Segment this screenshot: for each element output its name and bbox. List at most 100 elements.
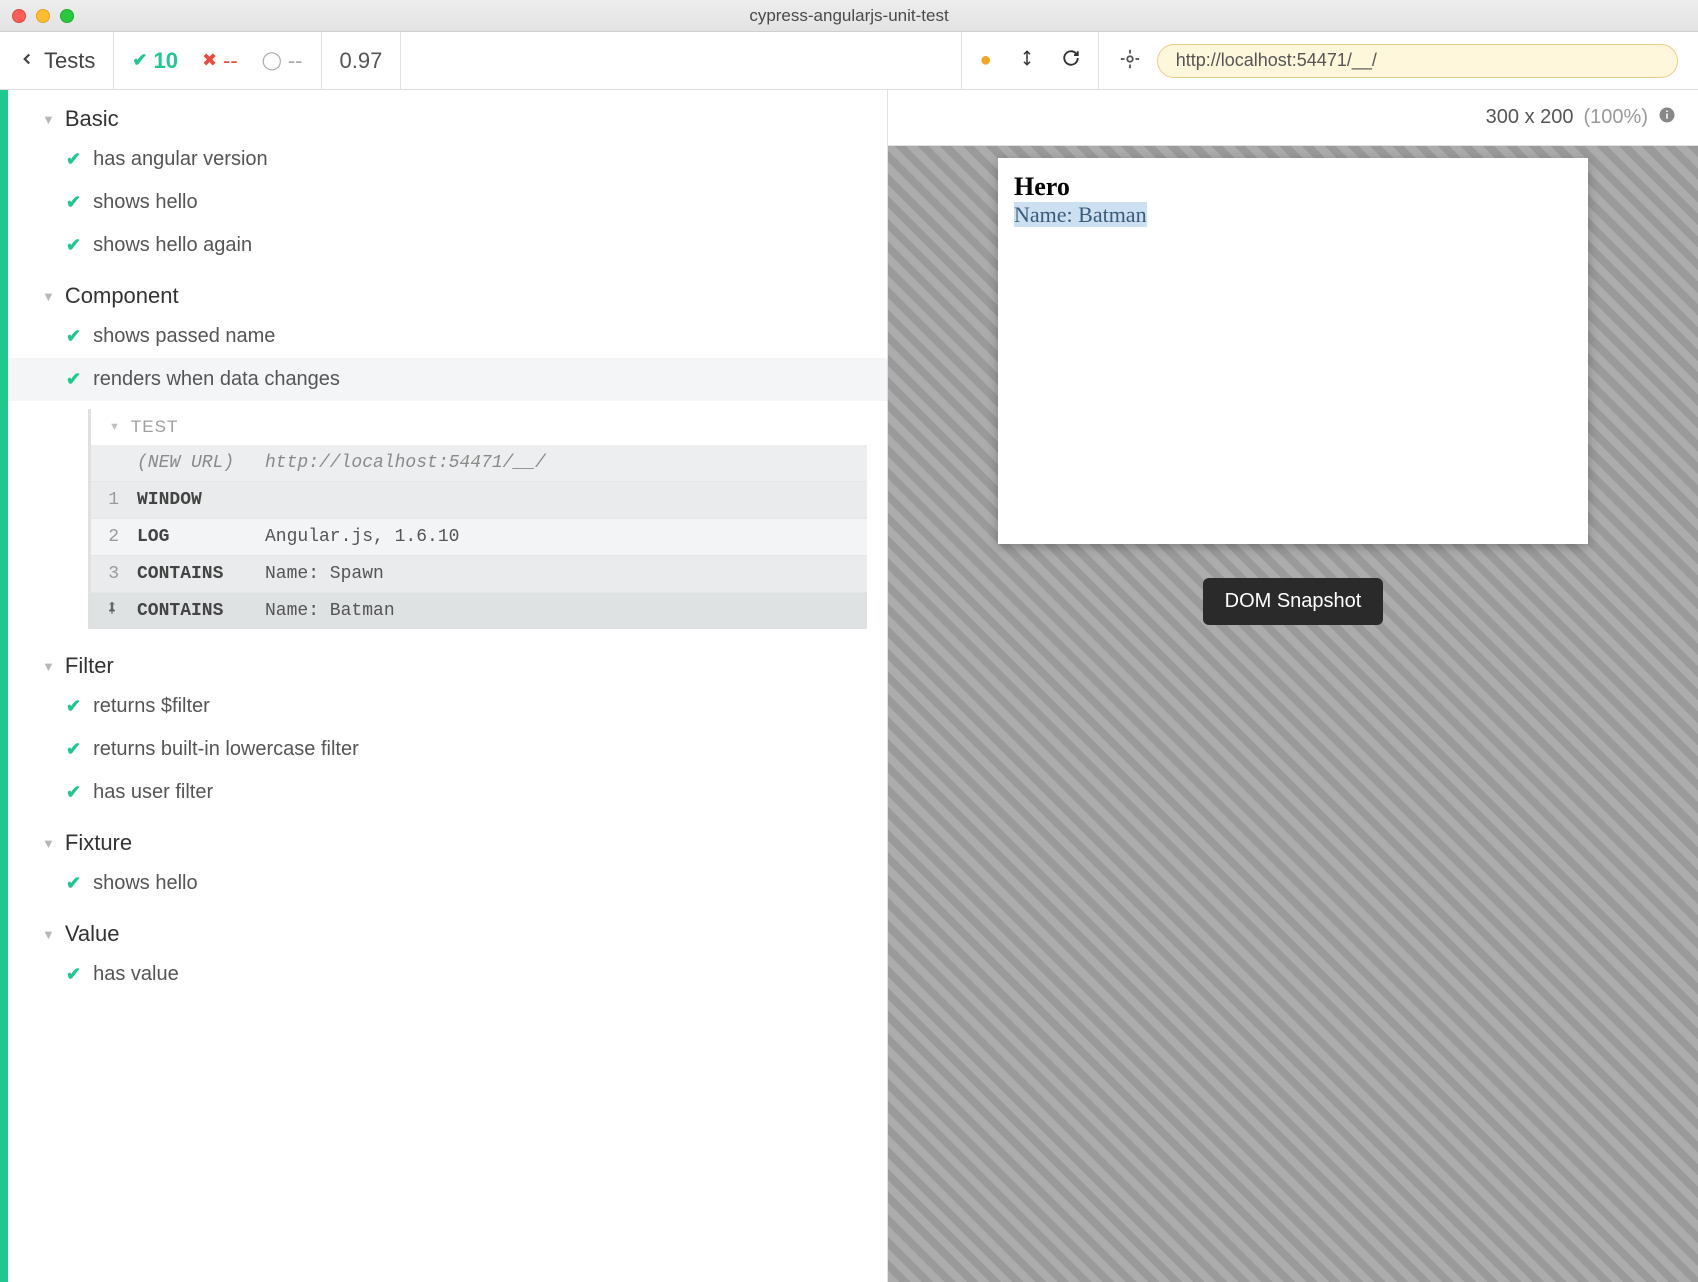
check-icon: ✔ [66, 873, 81, 894]
circle-icon: ◯ [262, 50, 282, 71]
command-message: Name: Batman [265, 601, 855, 621]
viewport-controls: ● [962, 32, 1099, 89]
suite-title[interactable]: ▼ Value [8, 905, 887, 953]
command-log-header-label: TEST [131, 417, 178, 437]
tests-list[interactable]: ▼ Basic ✔ has angular version ✔ shows hello ✔ s… [8, 90, 887, 1282]
reporter-panel: ▼ Basic ✔ has angular version ✔ shows hello ✔ s… [0, 90, 888, 1282]
caret-down-icon: ▼ [42, 836, 55, 851]
test-title: has angular version [93, 148, 268, 171]
duration: 0.97 [322, 32, 402, 89]
viewport-dimensions: 300 x 200 [1486, 106, 1574, 129]
url-input[interactable] [1157, 44, 1678, 78]
caret-down-icon: ▼ [42, 927, 55, 942]
check-icon: ✔ [66, 369, 81, 390]
failed-count: ✖ -- [202, 48, 238, 74]
test-title: returns $filter [93, 695, 210, 718]
suite-name: Value [65, 921, 120, 947]
test-item[interactable]: ✔ has value [8, 953, 887, 996]
test-title: renders when data changes [93, 368, 340, 391]
test-title: shows hello [93, 191, 198, 214]
test-item[interactable]: ✔ shows passed name [8, 315, 887, 358]
x-icon: ✖ [202, 50, 217, 71]
hero-name-highlight: Name: Batman [1014, 202, 1147, 227]
test-item[interactable]: ✔ returns $filter [8, 685, 887, 728]
suite-name: Filter [65, 653, 114, 679]
caret-down-icon: ▼ [42, 659, 55, 674]
test-item[interactable]: ✔ shows hello [8, 862, 887, 905]
check-icon: ✔ [132, 50, 147, 71]
aut-infobar: 300 x 200 (100%) [888, 90, 1698, 146]
suite-name: Basic [65, 106, 119, 132]
info-icon[interactable] [1658, 106, 1676, 129]
suite-title[interactable]: ▼Component [8, 267, 887, 315]
check-icon: ✔ [66, 739, 81, 760]
window-title: cypress-angularjs-unit-test [0, 6, 1698, 26]
suite-title[interactable]: ▼ Filter [8, 637, 887, 685]
back-to-tests-button[interactable]: Tests [0, 32, 114, 89]
test-item[interactable]: ✔ returns built-in lowercase filter [8, 728, 887, 771]
resize-icon[interactable] [1018, 49, 1036, 73]
passed-count: ✔ 10 [132, 48, 178, 74]
command-name: CONTAINS [125, 601, 265, 621]
command-number: 2 [91, 527, 125, 547]
check-icon: ✔ [66, 235, 81, 256]
command-message: Name: Spawn [265, 564, 855, 584]
command-row[interactable]: CONTAINSName: Batman [91, 593, 867, 629]
test-item[interactable]: ✔ shows hello again [8, 224, 887, 267]
command-row[interactable]: (NEW URL)http://localhost:54471/__/ [91, 445, 867, 482]
pending-count: ◯ -- [262, 48, 303, 74]
aut-iframe[interactable]: Hero Name: Batman [998, 158, 1588, 544]
command-message: Angular.js, 1.6.10 [265, 527, 855, 547]
dom-snapshot-badge: DOM Snapshot [1203, 578, 1384, 625]
check-icon: ✔ [66, 696, 81, 717]
suite-name: Fixture [65, 830, 132, 856]
test-item[interactable]: ✔ has angular version [8, 138, 887, 181]
test-title: has user filter [93, 781, 213, 804]
test-item[interactable]: ✔ has user filter [8, 771, 887, 814]
titlebar: cypress-angularjs-unit-test [0, 0, 1698, 32]
selector-playground-icon[interactable] [1119, 48, 1141, 73]
command-name: LOG [125, 527, 265, 547]
aut-body: Hero Name: Batman DOM Snapshot [888, 146, 1698, 1282]
chevron-left-icon [18, 48, 36, 74]
command-name: CONTAINS [125, 564, 265, 584]
suite-title[interactable]: ▼ Basic [8, 90, 887, 138]
command-number: 1 [91, 490, 125, 510]
pin-icon [91, 601, 125, 621]
test-item[interactable]: ✔ shows hello [8, 181, 887, 224]
suite-title[interactable]: ▼ Fixture [8, 814, 887, 862]
test-item[interactable]: ✔ renders when data changes [8, 358, 887, 401]
command-row[interactable]: 2LOGAngular.js, 1.6.10 [91, 519, 867, 556]
command-name: WINDOW [125, 490, 265, 510]
command-log: ▼ TEST (NEW URL)http://localhost:54471/__/… [88, 409, 867, 629]
pause-indicator-icon[interactable]: ● [980, 49, 992, 72]
check-icon: ✔ [66, 149, 81, 170]
test-title: has value [93, 963, 179, 986]
hero-heading: Hero [1014, 172, 1572, 202]
suite-name: Component [65, 283, 179, 309]
viewport-scale: (100%) [1584, 106, 1648, 129]
test-title: returns built-in lowercase filter [93, 738, 359, 761]
command-number: 3 [91, 564, 125, 584]
run-stats: ✔ 10 ✖ -- ◯ -- [114, 32, 321, 89]
command-message: http://localhost:54471/__/ [265, 453, 855, 473]
tests-label: Tests [44, 48, 95, 74]
main-split: ▼ Basic ✔ has angular version ✔ shows hello ✔ s… [0, 90, 1698, 1282]
check-icon: ✔ [66, 782, 81, 803]
toolbar: Tests ✔ 10 ✖ -- ◯ -- 0.97 ● [0, 32, 1698, 90]
test-title: shows passed name [93, 325, 275, 348]
caret-down-icon: ▼ [109, 421, 121, 433]
reporter-gutter [0, 90, 8, 1282]
reload-icon[interactable] [1062, 49, 1080, 73]
check-icon: ✔ [66, 326, 81, 347]
toolbar-spacer [401, 32, 961, 89]
test-title: shows hello [93, 872, 198, 895]
command-row[interactable]: 1WINDOW [91, 482, 867, 519]
aut-panel: 300 x 200 (100%) Hero Name: Batman DOM S… [888, 90, 1698, 1282]
command-log-header[interactable]: ▼ TEST [91, 409, 867, 445]
test-title: shows hello again [93, 234, 252, 257]
check-icon: ✔ [66, 192, 81, 213]
caret-down-icon: ▼ [42, 112, 55, 127]
check-icon: ✔ [66, 964, 81, 985]
command-row[interactable]: 3CONTAINSName: Spawn [91, 556, 867, 593]
